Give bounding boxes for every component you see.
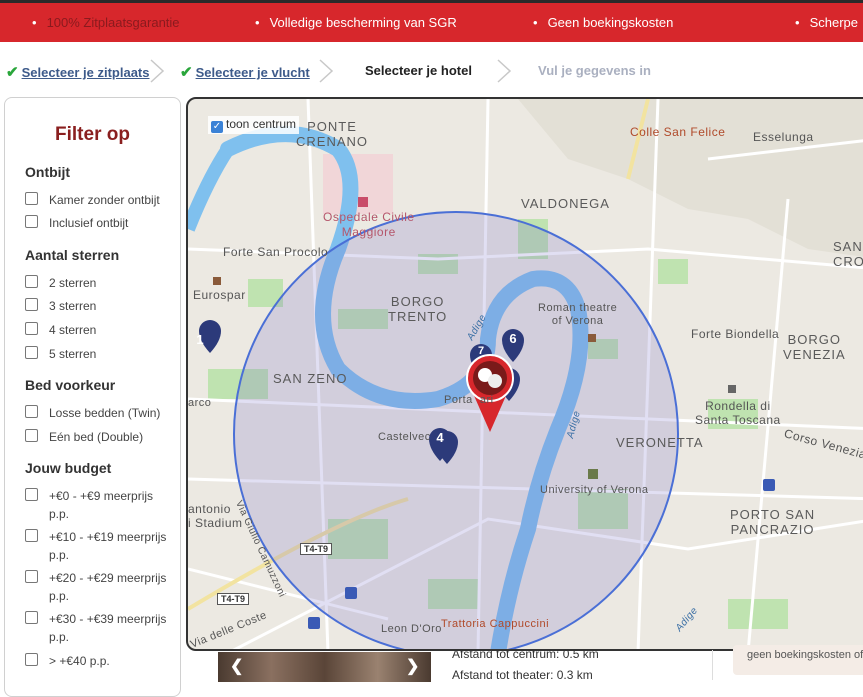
road-tag: T4-T9: [300, 543, 333, 555]
map-label: PONTE CRENANO: [296, 119, 369, 149]
pin-label: 6: [509, 331, 517, 346]
usp-item: Volledige bescherming van SGR: [255, 15, 457, 30]
filter-option[interactable]: Losse bedden (Twin): [25, 404, 169, 422]
checkbox[interactable]: [25, 611, 38, 624]
usp-item: 100% Zitplaatsgarantie: [32, 15, 180, 30]
filter-section-title: Ontbijt: [25, 164, 71, 180]
map-label: arco: [188, 397, 212, 409]
filter-section-title: Jouw budget: [25, 460, 112, 476]
filter-option[interactable]: 3 sterren: [25, 297, 169, 315]
checkbox[interactable]: [25, 653, 38, 666]
filter-section-title: Aantal sterren: [25, 247, 120, 263]
checkbox[interactable]: [25, 570, 38, 583]
checkbox[interactable]: [25, 429, 38, 442]
filter-option[interactable]: Eén bed (Double): [25, 428, 169, 446]
step-seat[interactable]: ✔ Selecteer je zitplaats: [6, 63, 149, 81]
usp-item: Scherpe: [795, 15, 858, 30]
hotel-map[interactable]: ✓ toon centrum PONTE CRENANO Colle San Fe…: [186, 97, 863, 651]
usp-item: Geen boekingskosten: [533, 15, 674, 30]
map-label: Castelvec: [378, 431, 431, 443]
distance-center: Afstand tot centrum: 0.5 km: [452, 647, 599, 661]
checkbox[interactable]: [25, 529, 38, 542]
carousel-prev-icon[interactable]: ❮: [230, 656, 243, 676]
checkbox[interactable]: [25, 298, 38, 311]
checkbox[interactable]: [25, 346, 38, 359]
filter-option[interactable]: +€0 - +€9 meerprijs p.p.: [25, 487, 169, 523]
filter-option[interactable]: +€20 - +€29 meerprijs p.p.: [25, 569, 169, 605]
map-label: Forte San Procolo: [223, 245, 329, 259]
map-label: Ospedale Civile Maggiore: [323, 210, 415, 239]
map-label: VALDONEGA: [521, 196, 610, 211]
map-label: VERONETTA: [616, 435, 704, 450]
map-label: BORGO VENEZIA: [783, 332, 846, 362]
filter-option[interactable]: > +€40 p.p.: [25, 652, 169, 670]
map-label: PORTO SAN PANCRAZIO: [730, 507, 816, 537]
checkbox[interactable]: [25, 405, 38, 418]
filter-option[interactable]: 4 sterren: [25, 321, 169, 339]
checkbox[interactable]: [25, 322, 38, 335]
map-label: Roman theatre of Verona: [538, 302, 618, 327]
carousel-next-icon[interactable]: ❯: [406, 656, 419, 676]
divider: [712, 650, 713, 680]
map-label: Rondella di Santa Toscana: [695, 399, 781, 427]
chevron-right-icon: [319, 59, 334, 83]
checkmark-icon: ✔: [6, 64, 19, 81]
pin-label: 4: [436, 430, 444, 445]
map-label: Porta ari: [444, 394, 494, 406]
step-flight[interactable]: ✔ Selecteer je vlucht: [180, 63, 310, 81]
map-label: University of Verona: [540, 484, 649, 496]
usp-banner: 100% Zitplaatsgarantie Volledige bescher…: [0, 0, 863, 42]
pin-label: 7: [477, 345, 485, 357]
chevron-right-icon: [150, 59, 165, 83]
checkmark-icon: ✔: [180, 64, 193, 81]
map-label: Colle San Felice: [630, 125, 726, 139]
pin-label: 1: [196, 332, 204, 347]
checkbox[interactable]: [25, 488, 38, 501]
filter-option[interactable]: Inclusief ontbijt: [25, 214, 169, 232]
road-tag: T4-T9: [217, 593, 250, 605]
step-hotel: Selecteer je hotel: [365, 63, 472, 78]
step-details: Vul je gegevens in: [538, 63, 651, 78]
map-label: Eurospar: [193, 288, 246, 302]
filter-option[interactable]: +€10 - +€19 meerprijs p.p.: [25, 528, 169, 564]
map-label: Trattoria Cappuccini: [441, 618, 550, 630]
checkbox-checked-icon[interactable]: ✓: [211, 121, 223, 133]
chevron-right-icon: [497, 59, 512, 83]
no-cost-note: geen boekingskosten of a: [733, 645, 863, 675]
map-label: BORGO TRENTO: [388, 294, 448, 324]
map-label: Leon D'Oro: [381, 623, 442, 635]
checkbox[interactable]: [25, 192, 38, 205]
checkbox[interactable]: [25, 215, 38, 228]
booking-steps: ✔ Selecteer je zitplaats ✔ Selecteer je vl…: [0, 50, 863, 90]
distance-theater: Afstand tot theater: 0.3 km: [452, 668, 593, 682]
filter-option[interactable]: 5 sterren: [25, 345, 169, 363]
filter-option[interactable]: Kamer zonder ontbijt: [25, 191, 169, 209]
filter-panel: Filter op Ontbijt Kamer zonder ontbijt I…: [4, 97, 181, 697]
map-label: SANT CROC: [833, 239, 863, 269]
filter-option[interactable]: +€30 - +€39 meerprijs p.p.: [25, 610, 169, 646]
map-label: SAN ZENO: [273, 371, 348, 386]
filter-section-title: Bed voorkeur: [25, 377, 116, 393]
filter-title: Filter op: [55, 124, 130, 145]
show-center-toggle[interactable]: ✓ toon centrum: [208, 116, 300, 134]
map-label: Esselunga: [753, 130, 814, 144]
filter-option[interactable]: 2 sterren: [25, 274, 169, 292]
checkbox[interactable]: [25, 275, 38, 288]
map-label: Forte Biondella: [691, 327, 780, 341]
